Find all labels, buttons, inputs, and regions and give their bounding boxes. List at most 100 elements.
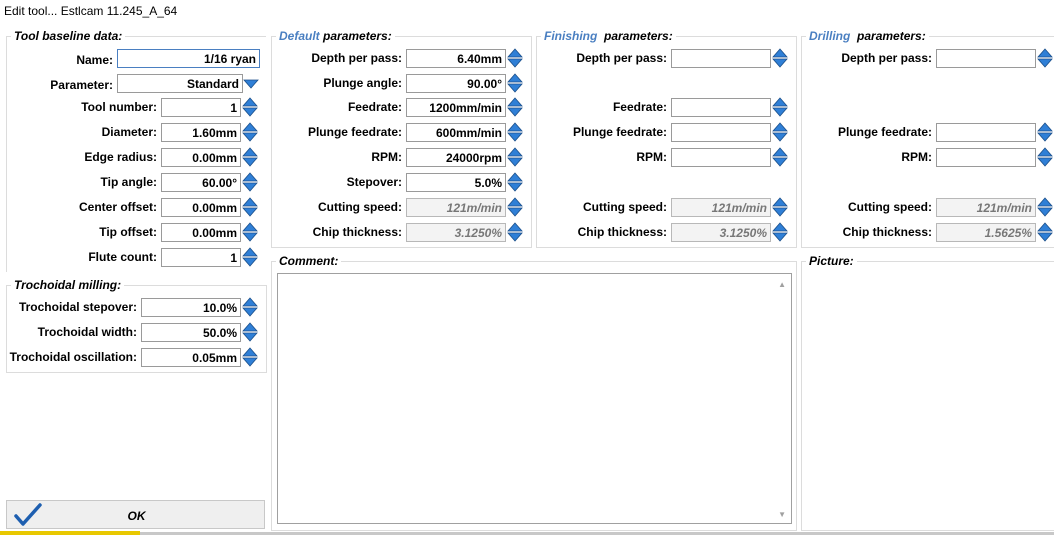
- finishing-depth-label: Depth per pass:: [576, 51, 667, 65]
- finishing-feedrate-field[interactable]: [671, 98, 771, 117]
- flute-count-label: Flute count:: [88, 250, 157, 264]
- default-chip-thickness-field[interactable]: 3.1250%: [406, 223, 506, 242]
- tool-number-label: Tool number:: [81, 100, 157, 114]
- tip-offset-field[interactable]: 0.00mm: [161, 223, 241, 242]
- drilling-plunge-feedrate-field[interactable]: [936, 123, 1036, 142]
- finishing-chip-thickness-field[interactable]: 3.1250%: [671, 223, 771, 242]
- trochoidal-width-spinner-icon[interactable]: [242, 321, 258, 343]
- default-chip-thickness-spinner-icon[interactable]: [507, 221, 523, 243]
- default-plunge-feedrate-field[interactable]: 600mm/min: [406, 123, 506, 142]
- drilling-chip-thickness-spinner-icon[interactable]: [1037, 221, 1053, 243]
- parameter-select[interactable]: Standard: [117, 74, 243, 93]
- default-cutting-speed-label: Cutting speed:: [318, 200, 402, 214]
- drilling-chip-thickness-label: Chip thickness:: [842, 225, 932, 239]
- tip-angle-spinner-icon[interactable]: [242, 171, 258, 193]
- default-rpm-field[interactable]: 24000rpm: [406, 148, 506, 167]
- finishing-plunge-feedrate-field[interactable]: [671, 123, 771, 142]
- trochoidal-stepover-spinner-icon[interactable]: [242, 296, 258, 318]
- default-rpm-spinner-icon[interactable]: [507, 146, 523, 168]
- ok-label: OK: [127, 509, 146, 523]
- finishing-rpm-field[interactable]: [671, 148, 771, 167]
- trochoidal-oscillation-spinner-icon[interactable]: [242, 346, 258, 368]
- comment-textarea[interactable]: ▲ ▼: [277, 273, 792, 524]
- finishing-cutting-speed-field[interactable]: 121m/min: [671, 198, 771, 217]
- drilling-cutting-speed-label: Cutting speed:: [848, 200, 932, 214]
- trochoidal-stepover-field[interactable]: 10.0%: [141, 298, 241, 317]
- trochoidal-oscillation-field[interactable]: 0.05mm: [141, 348, 241, 367]
- default-plunge-angle-field[interactable]: 90.00°: [406, 74, 506, 93]
- default-depth-spinner-icon[interactable]: [507, 47, 523, 69]
- trochoidal-width-field[interactable]: 50.0%: [141, 323, 241, 342]
- name-label: Name:: [76, 53, 113, 67]
- edge-radius-spinner-icon[interactable]: [242, 146, 258, 168]
- default-cutting-speed-field[interactable]: 121m/min: [406, 198, 506, 217]
- finishing-plunge-feedrate-spinner-icon[interactable]: [772, 121, 788, 143]
- flute-count-field[interactable]: 1: [161, 248, 241, 267]
- finishing-cutting-speed-spinner-icon[interactable]: [772, 196, 788, 218]
- baseline-title: Tool baseline data:: [11, 29, 126, 43]
- drilling-depth-field[interactable]: [936, 49, 1036, 68]
- default-stepover-field[interactable]: 5.0%: [406, 173, 506, 192]
- drilling-chip-thickness-field[interactable]: 1.5625%: [936, 223, 1036, 242]
- default-feedrate-label: Feedrate:: [347, 100, 402, 114]
- center-offset-spinner-icon[interactable]: [242, 196, 258, 218]
- trochoidal-title: Trochoidal milling:: [11, 278, 125, 292]
- default-stepover-label: Stepover:: [346, 175, 402, 189]
- flute-count-spinner-icon[interactable]: [242, 246, 258, 268]
- default-feedrate-spinner-icon[interactable]: [507, 96, 523, 118]
- trochoidal-width-label: Trochoidal width:: [37, 325, 137, 339]
- trochoidal-oscillation-label: Trochoidal oscillation:: [9, 350, 137, 364]
- drilling-cutting-speed-spinner-icon[interactable]: [1037, 196, 1053, 218]
- center-offset-field[interactable]: 0.00mm: [161, 198, 241, 217]
- drilling-params-title: Drilling parameters:: [806, 29, 929, 43]
- default-depth-label: Depth per pass:: [311, 51, 402, 65]
- ok-button[interactable]: OK: [6, 500, 265, 529]
- drilling-plunge-feedrate-label: Plunge feedrate:: [837, 125, 932, 139]
- drilling-depth-spinner-icon[interactable]: [1037, 47, 1053, 69]
- default-plunge-feedrate-spinner-icon[interactable]: [507, 121, 523, 143]
- chevron-down-icon[interactable]: [243, 78, 259, 90]
- tip-offset-spinner-icon[interactable]: [242, 221, 258, 243]
- default-feedrate-field[interactable]: 1200mm/min: [406, 98, 506, 117]
- default-stepover-spinner-icon[interactable]: [507, 171, 523, 193]
- finishing-rpm-label: RPM:: [636, 150, 667, 164]
- scroll-down-icon[interactable]: ▼: [778, 510, 786, 519]
- edge-radius-field[interactable]: 0.00mm: [161, 148, 241, 167]
- drilling-plunge-feedrate-spinner-icon[interactable]: [1037, 121, 1053, 143]
- finishing-chip-thickness-spinner-icon[interactable]: [772, 221, 788, 243]
- drilling-rpm-field[interactable]: [936, 148, 1036, 167]
- default-cutting-speed-spinner-icon[interactable]: [507, 196, 523, 218]
- picture-group: Picture:: [801, 254, 1054, 531]
- drilling-depth-label: Depth per pass:: [841, 51, 932, 65]
- finishing-chip-thickness-label: Chip thickness:: [577, 225, 667, 239]
- default-rpm-label: RPM:: [371, 150, 402, 164]
- finishing-params-title: Finishing parameters:: [541, 29, 676, 43]
- diameter-spinner-icon[interactable]: [242, 121, 258, 143]
- tool-number-field[interactable]: 1: [161, 98, 241, 117]
- default-params-title: Default parameters:: [276, 29, 395, 43]
- comment-title: Comment:: [276, 254, 342, 268]
- name-field[interactable]: 1/16 ryan: [117, 49, 260, 68]
- tip-angle-field[interactable]: 60.00°: [161, 173, 241, 192]
- default-plunge-angle-spinner-icon[interactable]: [507, 72, 523, 94]
- default-depth-field[interactable]: 6.40mm: [406, 49, 506, 68]
- finishing-plunge-feedrate-label: Plunge feedrate:: [572, 125, 667, 139]
- finishing-rpm-spinner-icon[interactable]: [772, 146, 788, 168]
- tip-angle-label: Tip angle:: [100, 175, 157, 189]
- diameter-field[interactable]: 1.60mm: [161, 123, 241, 142]
- default-plunge-angle-label: Plunge angle:: [323, 76, 402, 90]
- default-plunge-feedrate-label: Plunge feedrate:: [307, 125, 402, 139]
- tip-offset-label: Tip offset:: [99, 225, 157, 239]
- drilling-rpm-spinner-icon[interactable]: [1037, 146, 1053, 168]
- finishing-feedrate-spinner-icon[interactable]: [772, 96, 788, 118]
- scroll-up-icon[interactable]: ▲: [778, 280, 786, 289]
- title-bar: Edit tool... Estlcam 11.245_A_64: [0, 0, 1054, 22]
- parameter-label: Parameter:: [50, 78, 113, 92]
- center-offset-label: Center offset:: [78, 200, 157, 214]
- default-chip-thickness-label: Chip thickness:: [312, 225, 402, 239]
- tool-number-spinner-icon[interactable]: [242, 96, 258, 118]
- window-title: Edit tool... Estlcam 11.245_A_64: [4, 4, 178, 18]
- finishing-depth-spinner-icon[interactable]: [772, 47, 788, 69]
- drilling-cutting-speed-field[interactable]: 121m/min: [936, 198, 1036, 217]
- finishing-depth-field[interactable]: [671, 49, 771, 68]
